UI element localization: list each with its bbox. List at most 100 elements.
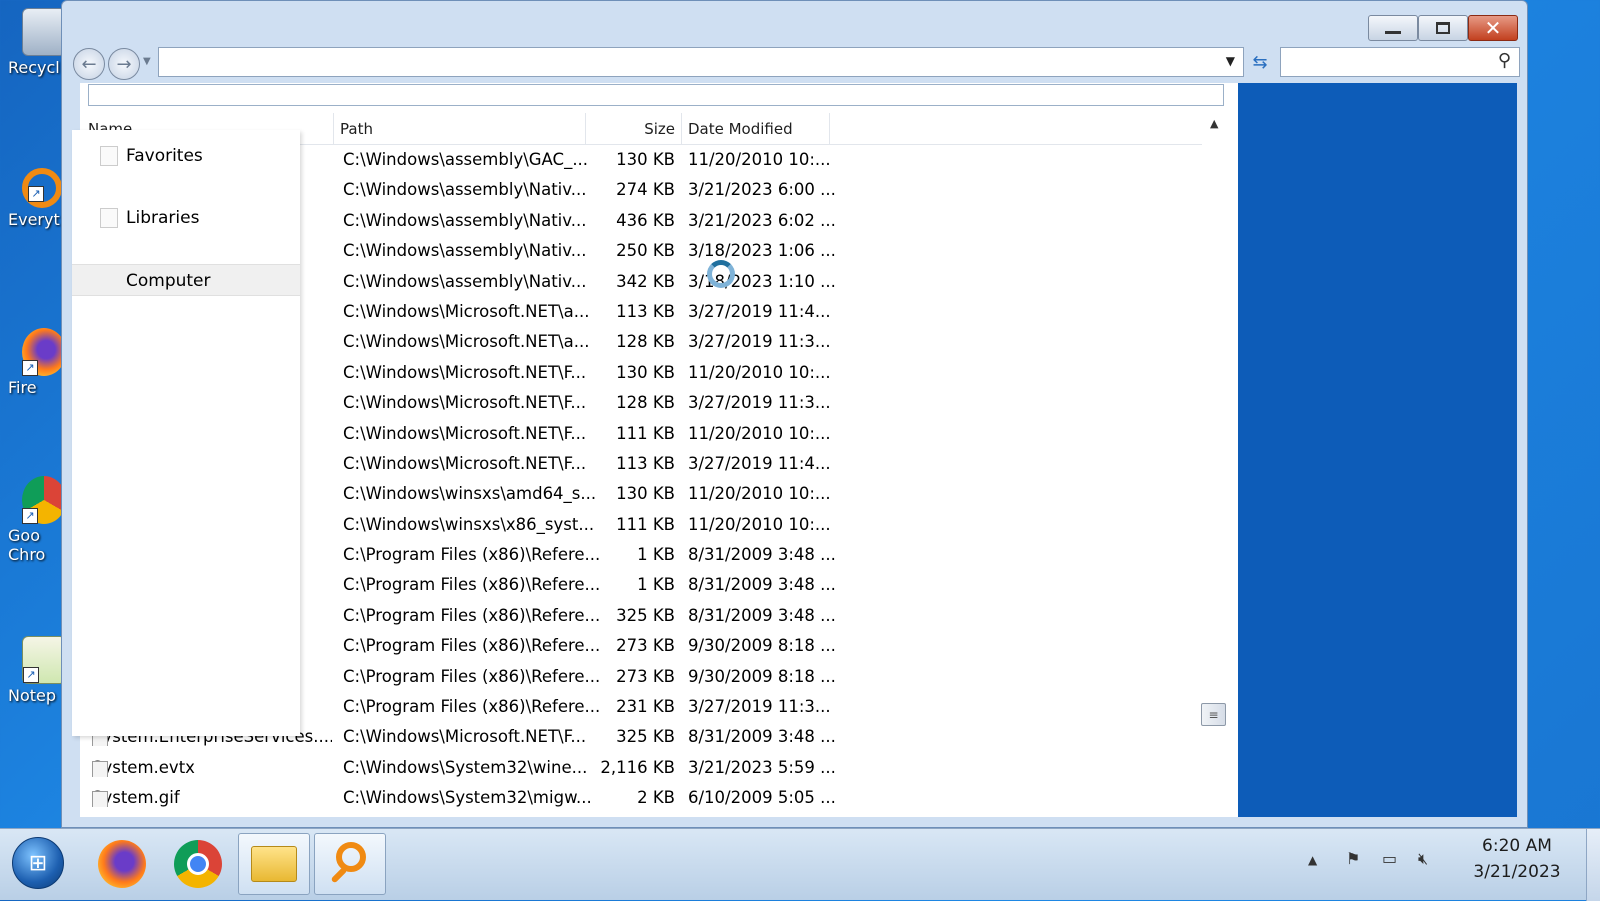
cell-path: C:\Windows\assembly\GAC_... — [343, 150, 589, 169]
chrome-icon — [174, 840, 222, 888]
cell-path: C:\Windows\Microsoft.NET\F... — [343, 393, 587, 413]
cell-path: C:\Program Files (x86)\Refere... — [343, 575, 601, 595]
address-bar[interactable]: ▼ — [158, 47, 1244, 77]
refresh-icon: ⇆ — [1252, 51, 1268, 73]
volume-muted-icon[interactable]: 🔇︎ — [1418, 849, 1428, 869]
cell-size: 111 KB — [616, 514, 675, 534]
desktop-icon-label-line2: Chro — [8, 545, 46, 564]
location-dropdown-menu: Favorites Libraries Computer — [72, 130, 300, 736]
cell-size: 2,116 KB — [600, 757, 675, 777]
recent-pages-chevron-icon[interactable]: ▼ — [143, 56, 151, 67]
system-clock[interactable]: 6:20 AM 3/21/2023 — [1462, 833, 1572, 885]
taskbar-everything[interactable] — [314, 833, 386, 895]
search-icon[interactable]: ⚲ — [1498, 50, 1511, 71]
action-center-flag-icon[interactable]: ⚑ — [1346, 849, 1360, 868]
column-header-size[interactable]: Size — [586, 113, 682, 145]
shortcut-arrow-icon: ↗ — [23, 667, 39, 683]
cell-path: C:\Windows\assembly\Nativ... — [343, 210, 587, 230]
notepad-icon: ↗ — [22, 636, 66, 684]
firefox-icon — [98, 840, 146, 888]
cell-size: 274 KB — [616, 180, 675, 200]
file-icon — [92, 760, 108, 777]
cell-size: 273 KB — [616, 636, 675, 656]
cell-date-modified: 3/27/2019 11:4... — [688, 301, 831, 321]
cell-path: C:\Windows\System32\migw... — [343, 788, 592, 808]
cell-size: 436 KB — [616, 210, 675, 230]
cell-path: C:\Windows\winsxs\amd64_s... — [343, 484, 597, 504]
cell-path: C:\Windows\Microsoft.NET\a... — [343, 332, 590, 352]
dropdown-item-favorites[interactable]: Favorites — [72, 140, 300, 172]
cell-date-modified: 9/30/2009 8:18 ... — [688, 666, 836, 686]
recycle-bin-icon — [22, 8, 66, 56]
windows-logo-icon: ⊞ — [28, 850, 48, 876]
file-icon — [92, 791, 108, 808]
cell-size: 113 KB — [616, 301, 675, 321]
forward-button[interactable]: → — [108, 48, 140, 80]
desktop-icon-label: Goo — [8, 526, 40, 545]
desktop-icon-firefox[interactable]: ↗ Fire — [8, 328, 66, 397]
cell-date-modified: 8/31/2009 3:48 ... — [688, 605, 836, 625]
firefox-icon: ↗ — [22, 328, 66, 376]
network-icon[interactable]: ▭ — [1382, 849, 1397, 868]
clock-date: 3/21/2023 — [1473, 862, 1561, 882]
desktop-icon-recycle-bin[interactable]: Recycl — [8, 8, 66, 77]
cell-name: System.gif — [92, 788, 180, 808]
busy-cursor-icon — [707, 260, 735, 288]
cell-date-modified: 3/27/2019 11:3... — [688, 697, 831, 717]
cell-date-modified: 3/21/2023 6:02 ... — [688, 210, 836, 230]
cell-size: 130 KB — [616, 362, 675, 382]
start-button[interactable]: ⊞ — [12, 837, 64, 889]
dropdown-item-computer[interactable]: Computer — [72, 264, 300, 296]
cell-date-modified: 3/21/2023 6:00 ... — [688, 180, 836, 200]
shortcut-arrow-icon: ↗ — [22, 360, 38, 376]
desktop-icon-label: Recycl — [8, 58, 60, 77]
cell-size: 128 KB — [616, 393, 675, 413]
cell-size: 111 KB — [616, 423, 675, 443]
clock-time: 6:20 AM — [1482, 836, 1552, 856]
desktop-icon-everything[interactable]: ↗ Everyt — [8, 168, 64, 229]
desktop-icon-label: Fire — [8, 378, 37, 397]
scrollbar-thumb[interactable]: ≡ — [1201, 703, 1226, 726]
taskbar-firefox[interactable] — [86, 833, 158, 895]
minimize-button[interactable] — [1368, 15, 1418, 41]
cell-path: C:\Windows\assembly\Nativ... — [343, 180, 587, 200]
show-hidden-icons-chevron-icon[interactable]: ▲ — [1308, 853, 1317, 867]
maximize-icon — [1436, 22, 1450, 34]
cell-date-modified: 11/20/2010 10:... — [688, 423, 831, 443]
shortcut-arrow-icon: ↗ — [22, 508, 38, 524]
desktop-icon-label: Everyt — [8, 210, 60, 229]
filter-input[interactable] — [88, 84, 1224, 106]
show-desktop-button[interactable] — [1586, 829, 1600, 901]
desktop-icon-chrome[interactable]: ↗ Goo Chro — [8, 476, 66, 564]
taskbar-chrome[interactable] — [162, 833, 234, 895]
scroll-up-icon[interactable]: ▲ — [1210, 117, 1218, 130]
maximize-button[interactable] — [1418, 15, 1468, 41]
dropdown-item-label: Libraries — [126, 208, 200, 228]
column-header-date-modified[interactable]: Date Modified — [682, 113, 830, 145]
cell-path: C:\Windows\assembly\Nativ... — [343, 271, 587, 291]
address-dropdown-icon[interactable]: ▼ — [1226, 54, 1235, 68]
cell-path: C:\Program Files (x86)\Refere... — [343, 636, 601, 656]
cell-size: 273 KB — [616, 666, 675, 686]
desktop-icon-label: Notep — [8, 686, 57, 705]
cell-size: 130 KB — [616, 150, 675, 169]
dropdown-item-libraries[interactable]: Libraries — [72, 202, 300, 234]
cell-date-modified: 8/31/2009 3:48 ... — [688, 545, 836, 565]
taskbar-windows-explorer[interactable] — [238, 833, 310, 895]
cell-date-modified: 3/27/2019 11:4... — [688, 453, 831, 473]
close-button[interactable]: ✕ — [1468, 15, 1518, 41]
search-box[interactable]: ⚲ — [1280, 47, 1520, 77]
cell-date-modified: 3/18/2023 1:06 ... — [688, 241, 836, 261]
taskbar: ⊞ ▲ ⚑ ▭ 🔇︎ 6:20 AM 3/21/2023 — [0, 828, 1600, 901]
cell-size: 128 KB — [616, 332, 675, 352]
column-header-path[interactable]: Path — [334, 113, 586, 145]
back-button[interactable]: ← — [73, 48, 105, 80]
table-row[interactable]: System.gif C:\Windows\System32\migw... 2 K… — [82, 785, 1202, 815]
everything-search-icon: ↗ — [22, 168, 62, 208]
table-row[interactable]: System.evtx C:\Windows\System32\wine... 2,… — [82, 755, 1202, 785]
title-bar[interactable] — [62, 1, 1527, 45]
cell-date-modified: 9/30/2009 8:18 ... — [688, 636, 836, 656]
refresh-button[interactable]: ⇆ — [1246, 47, 1274, 77]
desktop-icon-notepad[interactable]: ↗ Notep — [8, 636, 66, 705]
cell-date-modified: 3/21/2023 5:59 ... — [688, 757, 836, 777]
